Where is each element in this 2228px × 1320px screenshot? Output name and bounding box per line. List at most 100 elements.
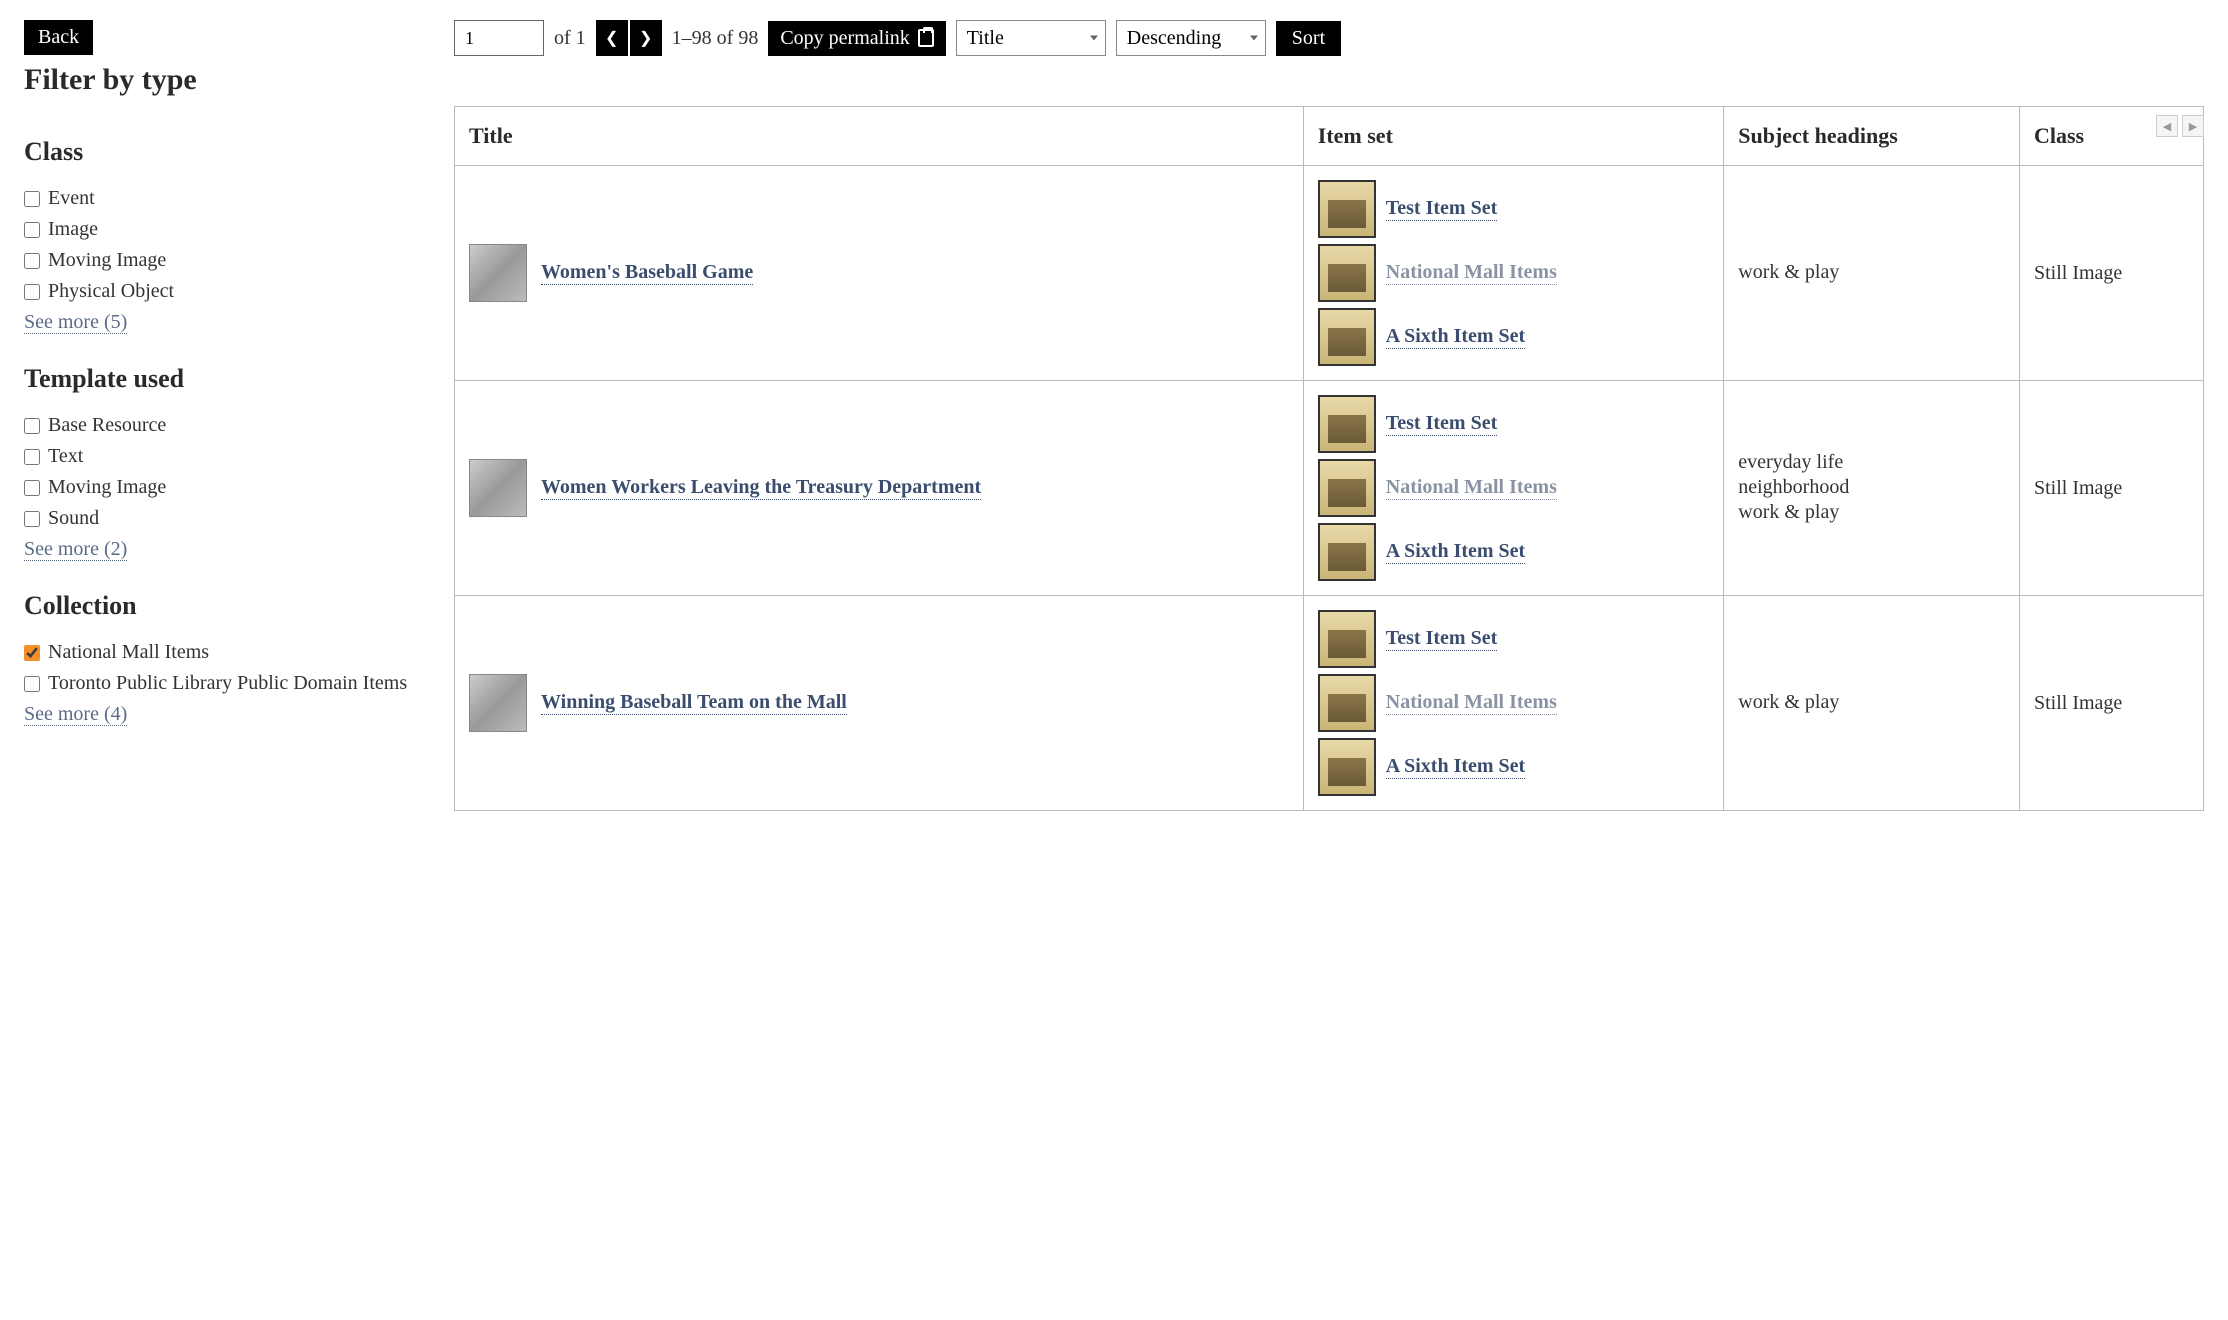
facet-group: Template usedBase ResourceTextMoving Ima…: [24, 364, 414, 561]
item-set-cell: Test Item Set National Mall Items A Sixth …: [1303, 166, 1723, 381]
facet-checkbox[interactable]: [24, 191, 40, 207]
class-cell: Still Image: [2019, 596, 2203, 811]
clipboard-icon: [918, 29, 934, 47]
item-set-thumbnail[interactable]: [1318, 523, 1376, 581]
item-set-link[interactable]: A Sixth Item Set: [1386, 755, 1525, 779]
prev-page-button[interactable]: ❮: [596, 20, 628, 56]
scroll-left-button[interactable]: ◀: [2156, 115, 2178, 137]
facet-label: Sound: [48, 507, 99, 530]
see-more-link[interactable]: See more (2): [24, 538, 127, 561]
copy-permalink-button[interactable]: Copy permalink: [768, 21, 945, 56]
subject-value: neighborhood: [1738, 476, 2005, 499]
facet-checkbox[interactable]: [24, 253, 40, 269]
item-set-row: Test Item Set: [1318, 395, 1709, 453]
facet-checkbox[interactable]: [24, 284, 40, 300]
facet-item: Sound: [24, 507, 414, 530]
item-title-link[interactable]: Women's Baseball Game: [541, 261, 753, 285]
title-cell: Women Workers Leaving the Treasury Depar…: [455, 381, 1304, 596]
facet-checkbox[interactable]: [24, 676, 40, 692]
item-set-thumbnail[interactable]: [1318, 610, 1376, 668]
facet-list: Event Image Moving Image Physical Object: [24, 187, 414, 303]
item-set-thumbnail[interactable]: [1318, 674, 1376, 732]
item-set-row: A Sixth Item Set: [1318, 523, 1709, 581]
item-set-cell: Test Item Set National Mall Items A Sixth …: [1303, 381, 1723, 596]
item-thumbnail[interactable]: [469, 674, 527, 732]
item-thumbnail[interactable]: [469, 244, 527, 302]
facet-label: Event: [48, 187, 95, 210]
item-set-link[interactable]: A Sixth Item Set: [1386, 540, 1525, 564]
item-title-link[interactable]: Winning Baseball Team on the Mall: [541, 691, 847, 715]
facet-checkbox[interactable]: [24, 222, 40, 238]
facet-checkbox[interactable]: [24, 449, 40, 465]
sidebar: Back Filter by type Class Event Image Movin…: [24, 20, 414, 811]
table-row: Women's Baseball Game Test Item Set Nation…: [455, 166, 2204, 381]
item-set-link[interactable]: Test Item Set: [1386, 412, 1497, 436]
see-more-link[interactable]: See more (4): [24, 703, 127, 726]
facet-label: Moving Image: [48, 476, 166, 499]
subject-value: work & play: [1738, 261, 2005, 284]
item-set-thumbnail[interactable]: [1318, 459, 1376, 517]
filter-title: Filter by type: [24, 63, 414, 97]
col-item-set: Item set: [1303, 107, 1723, 166]
subject-cell: work & play: [1724, 596, 2020, 811]
subject-value: everyday life: [1738, 451, 2005, 474]
facet-item: Toronto Public Library Public Domain Ite…: [24, 672, 414, 695]
facet-label: Physical Object: [48, 280, 174, 303]
item-set-thumbnail[interactable]: [1318, 180, 1376, 238]
next-page-button[interactable]: ❯: [630, 20, 662, 56]
item-set-link[interactable]: A Sixth Item Set: [1386, 325, 1525, 349]
item-set-thumbnail[interactable]: [1318, 395, 1376, 453]
facet-checkbox[interactable]: [24, 480, 40, 496]
subject-value: work & play: [1738, 691, 2005, 714]
facet-title: Collection: [24, 591, 414, 621]
facet-label: National Mall Items: [48, 641, 209, 664]
item-thumbnail[interactable]: [469, 459, 527, 517]
item-set-row: Test Item Set: [1318, 180, 1709, 238]
facet-label: Image: [48, 218, 98, 241]
facet-item: Text: [24, 445, 414, 468]
facet-list: National Mall Items Toronto Public Librar…: [24, 641, 414, 695]
facet-checkbox[interactable]: [24, 645, 40, 661]
facet-label: Moving Image: [48, 249, 166, 272]
scroll-right-button[interactable]: ▶: [2182, 115, 2204, 137]
facet-label: Text: [48, 445, 83, 468]
copy-permalink-label: Copy permalink: [780, 27, 909, 50]
facet-item: Image: [24, 218, 414, 241]
range-label: 1–98 of 98: [672, 27, 759, 50]
see-more-link[interactable]: See more (5): [24, 311, 127, 334]
item-set-link[interactable]: Test Item Set: [1386, 197, 1497, 221]
facet-title: Class: [24, 137, 414, 167]
item-set-thumbnail[interactable]: [1318, 308, 1376, 366]
facet-label: Base Resource: [48, 414, 166, 437]
page-of-label: of 1: [554, 27, 586, 50]
item-set-row: A Sixth Item Set: [1318, 308, 1709, 366]
item-set-thumbnail[interactable]: [1318, 738, 1376, 796]
facet-checkbox[interactable]: [24, 511, 40, 527]
item-title-link[interactable]: Women Workers Leaving the Treasury Depar…: [541, 476, 981, 500]
table-row: Winning Baseball Team on the Mall Test It…: [455, 596, 2204, 811]
item-set-thumbnail[interactable]: [1318, 244, 1376, 302]
item-set-row: National Mall Items: [1318, 674, 1709, 732]
back-button[interactable]: Back: [24, 20, 93, 55]
facets: Class Event Image Moving Image Physical Obje…: [24, 137, 414, 726]
subject-cell: everyday lifeneighborhoodwork & play: [1724, 381, 2020, 596]
facet-list: Base Resource Text Moving Image Sound: [24, 414, 414, 530]
item-set-link[interactable]: National Mall Items: [1386, 476, 1557, 500]
results-table: Title Item set Subject headings Class Wo…: [454, 106, 2204, 811]
page-input[interactable]: [454, 20, 544, 56]
item-set-link[interactable]: National Mall Items: [1386, 691, 1557, 715]
item-set-row: A Sixth Item Set: [1318, 738, 1709, 796]
sort-field-select[interactable]: Title: [956, 20, 1106, 56]
item-set-link[interactable]: Test Item Set: [1386, 627, 1497, 651]
col-title: Title: [455, 107, 1304, 166]
toolbar: of 1 ❮ ❯ 1–98 of 98 Copy permalink Title…: [454, 20, 2204, 56]
table-row: Women Workers Leaving the Treasury Depar…: [455, 381, 2204, 596]
item-set-row: Test Item Set: [1318, 610, 1709, 668]
class-cell: Still Image: [2019, 166, 2203, 381]
item-set-row: National Mall Items: [1318, 244, 1709, 302]
facet-checkbox[interactable]: [24, 418, 40, 434]
sort-button[interactable]: Sort: [1276, 21, 1341, 56]
item-set-link[interactable]: National Mall Items: [1386, 261, 1557, 285]
sort-order-select[interactable]: Descending: [1116, 20, 1266, 56]
col-subject: Subject headings: [1724, 107, 2020, 166]
